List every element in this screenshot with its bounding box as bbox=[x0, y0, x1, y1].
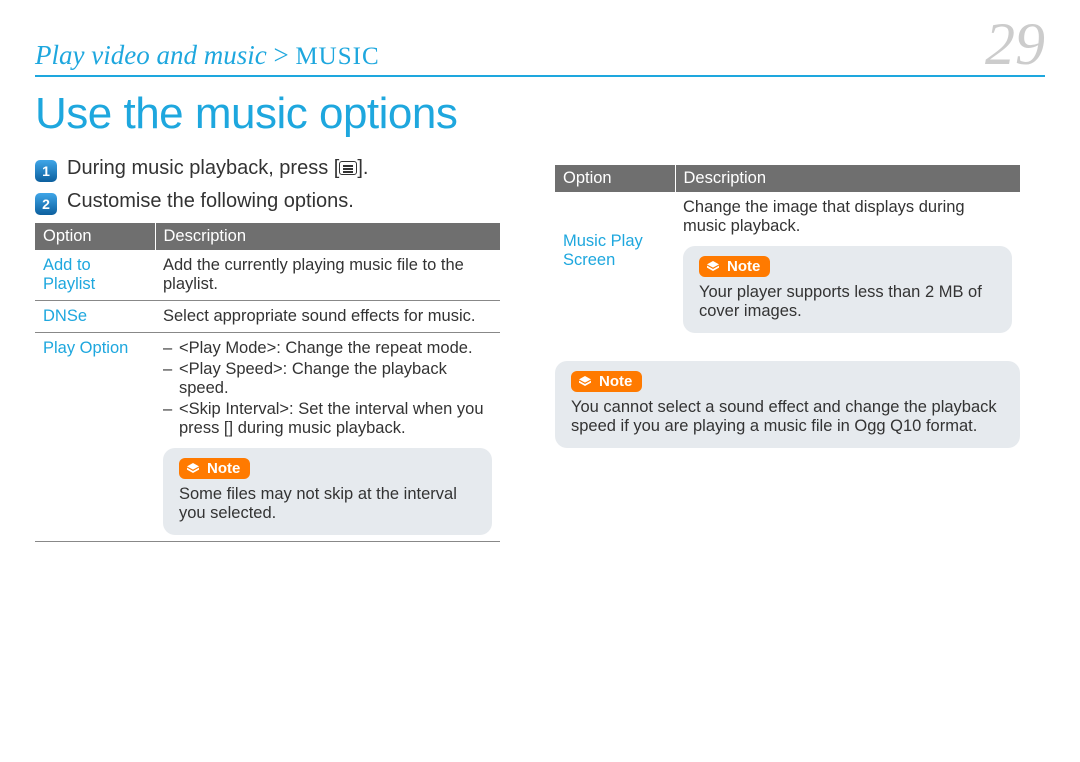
list-item: <Skip Interval>: Set the interval when y… bbox=[163, 400, 492, 438]
breadcrumb-sep: > bbox=[273, 40, 288, 70]
note-label: Note bbox=[207, 460, 240, 477]
list-item: <Play Mode>: Change the repeat mode. bbox=[163, 339, 492, 358]
table-row: Music Play Screen Change the image that … bbox=[555, 192, 1020, 339]
th-description: Description bbox=[675, 165, 1020, 192]
table-row: Add to Playlist Add the currently playin… bbox=[35, 250, 500, 301]
desc-play-option: <Play Mode>: Change the repeat mode. <Pl… bbox=[155, 333, 500, 542]
note-icon bbox=[705, 259, 721, 275]
note-badge: Note bbox=[179, 458, 250, 479]
th-option: Option bbox=[35, 223, 155, 250]
table-row: DNSe Select appropriate sound effects fo… bbox=[35, 301, 500, 333]
note-badge: Note bbox=[699, 256, 770, 277]
breadcrumb: Play video and music > MUSIC bbox=[35, 40, 380, 71]
skip-post: ] during music playback. bbox=[229, 419, 406, 437]
table-row: Play Option <Play Mode>: Change the repe… bbox=[35, 333, 500, 542]
desc-music-play-screen: Change the image that displays during mu… bbox=[675, 192, 1020, 339]
note-text: Your player supports less than 2 MB of c… bbox=[699, 283, 996, 321]
opt-play-option: Play Option bbox=[35, 333, 155, 542]
step-1-pre: During music playback, press [ bbox=[67, 157, 339, 179]
left-column: 1 During music playback, press []. 2 Cus… bbox=[35, 157, 500, 542]
content-columns: 1 During music playback, press []. 2 Cus… bbox=[35, 157, 1045, 542]
list-item: <Play Speed>: Change the playback speed. bbox=[163, 360, 492, 398]
note-box: Note Your player supports less than 2 MB… bbox=[683, 246, 1012, 333]
table-header-row: Option Description bbox=[555, 165, 1020, 192]
right-column: Option Description Music Play Screen Cha… bbox=[555, 157, 1020, 542]
menu-icon bbox=[339, 161, 357, 175]
table-header-row: Option Description bbox=[35, 223, 500, 250]
note-label: Note bbox=[727, 258, 760, 275]
th-option: Option bbox=[555, 165, 675, 192]
step-text: During music playback, press []. bbox=[67, 157, 368, 180]
note-text: You cannot select a sound effect and cha… bbox=[571, 398, 1004, 436]
desc-dnse: Select appropriate sound effects for mus… bbox=[155, 301, 500, 333]
page-title: Use the music options bbox=[35, 89, 1045, 139]
footer-note-box: Note You cannot select a sound effect an… bbox=[555, 361, 1020, 448]
breadcrumb-page: MUSIC bbox=[295, 43, 379, 70]
note-box: Note Some files may not skip at the inte… bbox=[163, 448, 492, 535]
note-icon bbox=[185, 461, 201, 477]
note-badge: Note bbox=[571, 371, 642, 392]
header-row: Play video and music > MUSIC 29 bbox=[35, 20, 1045, 77]
step-text: Customise the following options. bbox=[67, 190, 354, 213]
music-play-desc: Change the image that displays during mu… bbox=[683, 198, 1012, 236]
options-table-left: Option Description Add to Playlist Add t… bbox=[35, 223, 500, 542]
opt-music-play-screen: Music Play Screen bbox=[555, 192, 675, 339]
step-2: 2 Customise the following options. bbox=[35, 190, 500, 215]
step-1-post: ]. bbox=[357, 157, 368, 179]
note-label: Note bbox=[599, 373, 632, 390]
page-number: 29 bbox=[985, 20, 1045, 68]
note-icon bbox=[577, 374, 593, 390]
step-badge: 2 bbox=[35, 193, 57, 215]
opt-add-to-playlist: Add to Playlist bbox=[35, 250, 155, 301]
options-table-right: Option Description Music Play Screen Cha… bbox=[555, 165, 1020, 339]
note-text: Some files may not skip at the interval … bbox=[179, 485, 476, 523]
desc-add-to-playlist: Add the currently playing music file to … bbox=[155, 250, 500, 301]
play-option-list: <Play Mode>: Change the repeat mode. <Pl… bbox=[163, 339, 492, 438]
breadcrumb-section: Play video and music bbox=[35, 40, 267, 70]
step-badge: 1 bbox=[35, 160, 57, 182]
opt-dnse: DNSe bbox=[35, 301, 155, 333]
th-description: Description bbox=[155, 223, 500, 250]
manual-page: Play video and music > MUSIC 29 Use the … bbox=[0, 0, 1080, 762]
step-1: 1 During music playback, press []. bbox=[35, 157, 500, 182]
